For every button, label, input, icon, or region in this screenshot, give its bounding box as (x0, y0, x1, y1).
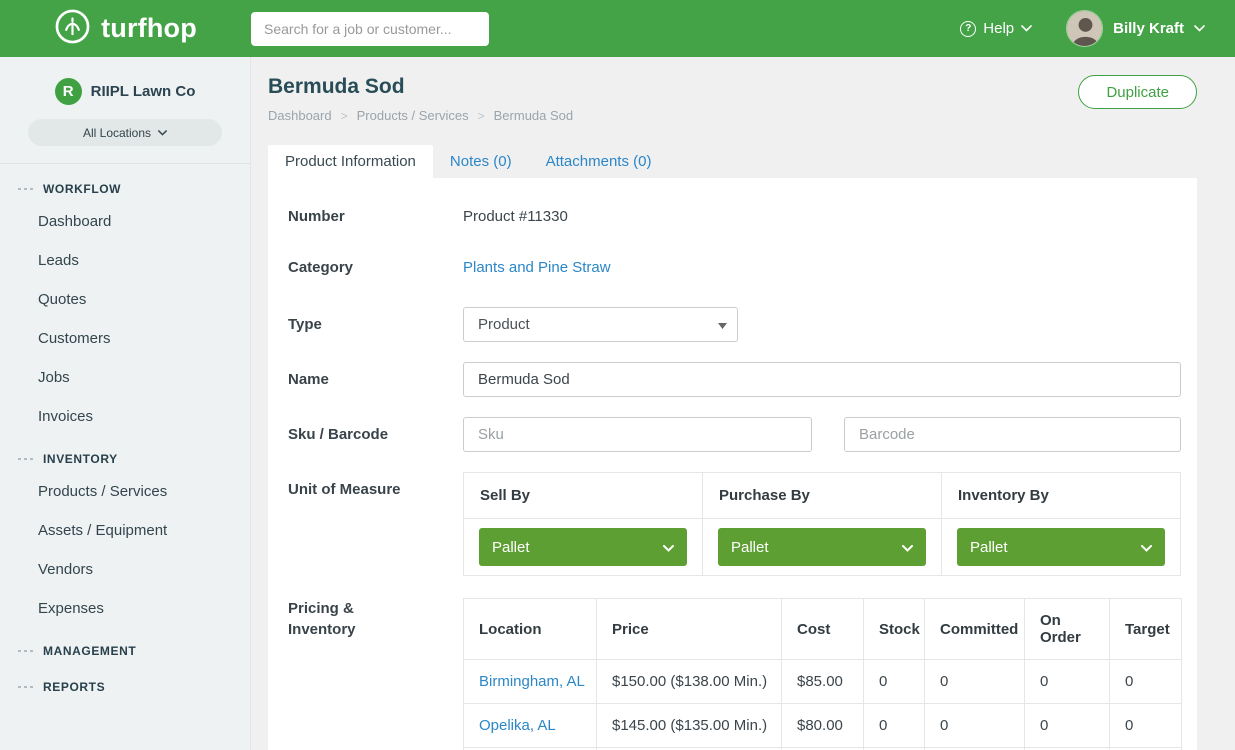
number-label: Number (288, 208, 463, 226)
barcode-input[interactable] (844, 417, 1181, 452)
chevron-down-icon (718, 316, 727, 333)
sidebar-item-expenses[interactable]: Expenses (0, 589, 250, 628)
location-link[interactable]: Opelika, AL (464, 704, 597, 748)
company-name: RIIPL Lawn Co (91, 83, 196, 100)
number-row: Number Product #11330 (288, 208, 1181, 226)
main-content: Bermuda Sod Dashboard Products / Service… (251, 57, 1235, 750)
sku-input[interactable] (463, 417, 812, 452)
chevron-down-icon (1141, 539, 1152, 556)
table-row: Birmingham, AL $150.00 ($138.00 Min.) $8… (464, 660, 1182, 704)
user-menu[interactable]: Billy Kraft (1066, 10, 1205, 47)
uom-col-sell-by: Sell By (464, 473, 703, 519)
page-title: Bermuda Sod (268, 75, 1197, 99)
table-row: Opelika, AL $145.00 ($135.00 Min.) $80.0… (464, 704, 1182, 748)
category-row: Category Plants and Pine Straw (288, 259, 1181, 277)
sidebar-item-jobs[interactable]: Jobs (0, 358, 250, 397)
breadcrumb-dashboard[interactable]: Dashboard (268, 108, 332, 123)
type-label: Type (288, 307, 463, 342)
sidebar-item-dashboard[interactable]: Dashboard (0, 202, 250, 241)
breadcrumb-current: Bermuda Sod (469, 108, 574, 123)
company-logo: R (55, 78, 82, 105)
breadcrumb-products-services[interactable]: Products / Services (332, 108, 469, 123)
locations-dropdown[interactable]: All Locations (28, 119, 222, 146)
inventory-by-dropdown[interactable]: Pallet (957, 528, 1165, 566)
sidebar-item-assets-equipment[interactable]: Assets / Equipment (0, 511, 250, 550)
tab-attachments[interactable]: Attachments (0) (529, 145, 669, 178)
section-header-inventory[interactable]: INVENTORY (0, 436, 250, 472)
name-row: Name (288, 362, 1181, 397)
chevron-down-icon (663, 539, 674, 556)
sidebar-item-leads[interactable]: Leads (0, 241, 250, 280)
pricing-inventory-label: Pricing & Inventory (288, 598, 463, 750)
turfhop-logo-icon (54, 8, 91, 50)
sidebar-item-customers[interactable]: Customers (0, 319, 250, 358)
sku-barcode-row: Sku / Barcode (288, 417, 1181, 452)
pricing-inventory-table: Location Price Cost Stock Committed On O… (463, 598, 1182, 750)
name-label: Name (288, 362, 463, 397)
sidebar: R RIIPL Lawn Co All Locations WORKFLOW D… (0, 57, 251, 750)
unit-of-measure-row: Unit of Measure Sell By Purchase By Inve… (288, 472, 1181, 576)
number-value: Product #11330 (463, 208, 568, 226)
type-row: Type Product (288, 307, 1181, 342)
type-select[interactable]: Product (463, 307, 738, 342)
tab-product-information[interactable]: Product Information (268, 145, 433, 178)
brand-logo[interactable]: turfhop (0, 8, 251, 50)
sell-by-dropdown[interactable]: Pallet (479, 528, 687, 566)
help-icon: ? (960, 21, 976, 37)
section-header-reports[interactable]: REPORTS (0, 664, 250, 700)
locations-label: All Locations (83, 126, 151, 140)
dashes-icon (18, 458, 34, 460)
category-link[interactable]: Plants and Pine Straw (463, 259, 611, 277)
user-name: Billy Kraft (1113, 20, 1184, 37)
unit-of-measure-table: Sell By Purchase By Inventory By Pallet (463, 472, 1181, 576)
product-information-panel: Number Product #11330 Category Plants an… (268, 178, 1197, 750)
section-header-workflow[interactable]: WORKFLOW (0, 166, 250, 202)
sidebar-item-vendors[interactable]: Vendors (0, 550, 250, 589)
help-menu[interactable]: ? Help (960, 20, 1032, 37)
search-input[interactable] (251, 12, 489, 46)
tab-notes[interactable]: Notes (0) (433, 145, 529, 178)
help-label: Help (983, 20, 1014, 37)
avatar (1066, 10, 1103, 47)
name-input[interactable] (463, 362, 1181, 397)
dashes-icon (18, 650, 34, 652)
dashes-icon (18, 188, 34, 190)
tab-bar: Product Information Notes (0) Attachment… (268, 145, 1197, 178)
chevron-down-icon (902, 539, 913, 556)
brand-name: turfhop (101, 13, 197, 44)
sku-barcode-label: Sku / Barcode (288, 417, 463, 452)
chevron-down-icon (158, 130, 167, 136)
section-header-management[interactable]: MANAGEMENT (0, 628, 250, 664)
duplicate-button[interactable]: Duplicate (1078, 75, 1197, 109)
sidebar-item-invoices[interactable]: Invoices (0, 397, 250, 436)
table-header-row: Location Price Cost Stock Committed On O… (464, 599, 1182, 660)
sidebar-item-products-services[interactable]: Products / Services (0, 472, 250, 511)
uom-col-purchase-by: Purchase By (703, 473, 942, 519)
dashes-icon (18, 686, 34, 688)
chevron-down-icon (1021, 25, 1032, 32)
uom-col-inventory-by: Inventory By (942, 473, 1181, 519)
top-bar: turfhop ? Help Billy Kraft (0, 0, 1235, 57)
sidebar-item-quotes[interactable]: Quotes (0, 280, 250, 319)
unit-of-measure-label: Unit of Measure (288, 472, 463, 576)
purchase-by-dropdown[interactable]: Pallet (718, 528, 926, 566)
category-label: Category (288, 259, 463, 277)
pricing-inventory-row: Pricing & Inventory Location Price Cost … (288, 598, 1181, 750)
breadcrumb: Dashboard Products / Services Bermuda So… (268, 108, 1197, 123)
chevron-down-icon (1194, 25, 1205, 32)
company-block: R RIIPL Lawn Co All Locations (0, 57, 250, 164)
location-link[interactable]: Birmingham, AL (464, 660, 597, 704)
sidebar-nav: WORKFLOW Dashboard Leads Quotes Customer… (0, 164, 250, 700)
